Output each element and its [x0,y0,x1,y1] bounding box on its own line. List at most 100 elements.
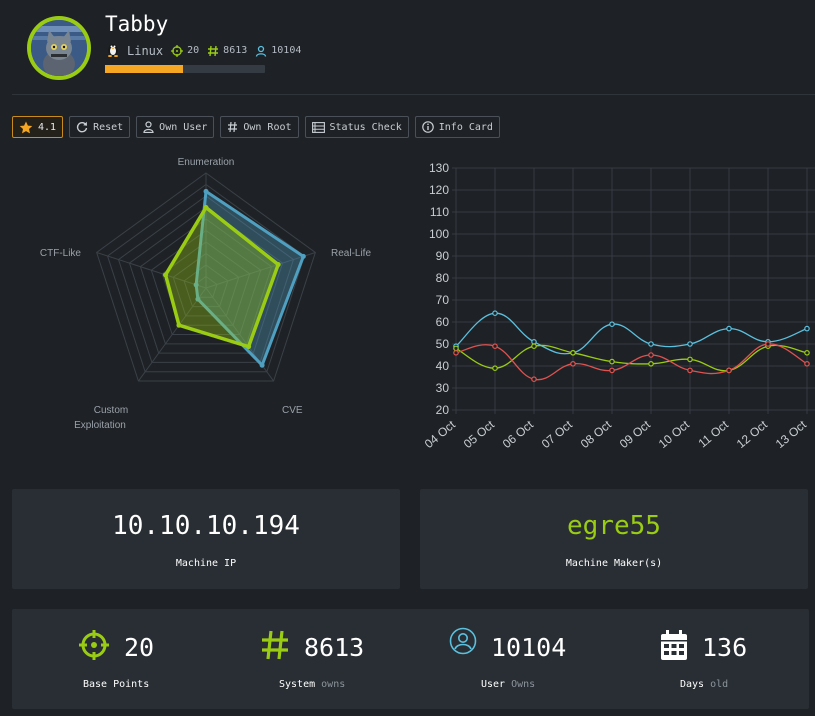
line-point [687,341,693,347]
x-tick-label: 13 Oct [773,417,810,450]
days-old-value: 136 [702,632,748,662]
machine-meta: Linux 20 8613 10104 [105,41,309,60]
hash-icon [207,45,219,57]
machine-maker-card: egre55 Machine Maker(s) [420,489,808,589]
tabby-cat-avatar-image [31,20,87,76]
machine-user-owns: 10104 [271,45,302,56]
x-tick-label: 11 Oct [696,417,732,450]
base-points-value: 20 [124,632,155,662]
radar-axis-exploitation: Exploitation [74,420,126,431]
rating-progress-bar [105,65,265,73]
line-point [453,345,459,352]
x-tick-label: 07 Oct [539,417,576,450]
stat-days-old: 136 Days old [612,609,809,709]
x-tick-label: 08 Oct [578,417,615,450]
machine-points: 20 [187,45,200,56]
hash-icon [228,121,238,133]
radar-point [203,188,209,194]
refresh-icon [76,121,88,133]
radar-series [163,188,306,368]
radar-point [259,362,265,368]
y-tick-label: 120 [429,183,449,197]
line-point [609,358,615,365]
radar-axis-enumeration: Enumeration [178,157,235,168]
radar-axis-cve: CVE [282,405,303,416]
status-check-label: Status Check [329,121,402,133]
radar-axis-real-life: Real-Life [331,248,371,259]
line-point [687,356,693,363]
linux-tux-icon [105,41,121,60]
line-point [648,341,654,347]
system-owns-value: 8613 [304,632,365,662]
y-tick-label: 130 [429,161,449,175]
user-owns-label-text: User [481,679,506,690]
radar-point [275,262,281,268]
y-tick-label: 70 [436,293,450,307]
machine-ip-label: Machine IP [175,558,237,569]
line-chart-grid [452,167,815,414]
user-icon [255,45,267,57]
line-series-path [455,343,808,381]
y-tick-label: 50 [436,337,450,351]
system-owns-label-text: System [279,679,316,690]
days-old-label: Days old [680,679,728,690]
radar-point [300,253,306,259]
action-toolbar: 4.1 Reset Own User Own Root Status Check… [12,116,500,138]
own-user-button[interactable]: Own User [136,116,215,138]
radar-point [246,344,252,350]
user-owns-suffix: Owns [511,679,536,690]
info-card-button[interactable]: Info Card [414,116,500,138]
line-point [804,350,810,356]
line-point [531,343,537,350]
reset-label: Reset [93,121,124,133]
reset-button[interactable]: Reset [69,116,131,138]
x-tick-label: 12 Oct [734,417,771,450]
stat-system-owns: 8613 System owns [212,609,412,709]
line-point [531,339,537,345]
base-points-label: Base Points [83,679,149,690]
info-card-label: Info Card [438,121,493,133]
line-chart-x-ticks: 04 Oct 05 Oct 06 Oct 07 Oct 08 Oct 09 Oct 10 O… [422,417,810,450]
line-series-path [455,344,808,372]
own-user-label: Own User [159,121,208,133]
line-point [492,310,498,317]
status-check-button[interactable]: Status Check [304,116,409,138]
line-point [492,365,498,372]
machine-stats-card: 20 Base Points 8613 System owns 10104 Us… [12,609,809,709]
x-tick-label: 06 Oct [500,417,537,450]
line-point [687,367,693,374]
stat-user-owns: 10104 User Owns [412,609,612,709]
days-old-label-text: Days [680,679,705,690]
y-tick-label: 40 [436,359,450,373]
line-point [570,361,576,367]
y-tick-label: 20 [436,403,450,417]
line-point [726,325,732,332]
machine-title: Tabby [105,12,169,36]
y-tick-label: 60 [436,315,450,329]
line-chart-y-ticks: 130 120 110 100 90 80 70 60 50 40 30 20 [429,161,449,417]
user-owns-value: 10104 [491,633,567,662]
days-old-suffix: old [710,679,729,690]
x-tick-label: 05 Oct [461,417,498,450]
rating-progress-fill [105,65,184,73]
y-tick-label: 30 [436,381,450,395]
line-point [765,341,771,347]
own-root-button[interactable]: Own Root [220,116,299,138]
machine-ip-value: 10.10.10.194 [112,511,300,541]
line-series-path [455,312,808,355]
x-tick-label: 10 Oct [656,417,693,450]
line-point [804,325,810,332]
base-points-label-text: Base Points [83,679,150,690]
rating-button[interactable]: 4.1 [12,116,64,138]
radar-point [176,322,182,328]
system-owns-label: System owns [279,679,345,690]
ownership-line-chart: 130 120 110 100 90 80 70 60 50 40 30 20 04 Oct 05 Oc… [422,161,815,450]
crosshair-icon [171,44,184,57]
y-tick-label: 90 [436,249,450,263]
machine-maker-value[interactable]: egre55 [420,511,808,541]
radar-axis-custom: Custom [94,405,128,416]
line-point [804,361,810,367]
calendar-icon [660,629,688,665]
info-icon [421,121,434,133]
header-divider [12,94,815,95]
